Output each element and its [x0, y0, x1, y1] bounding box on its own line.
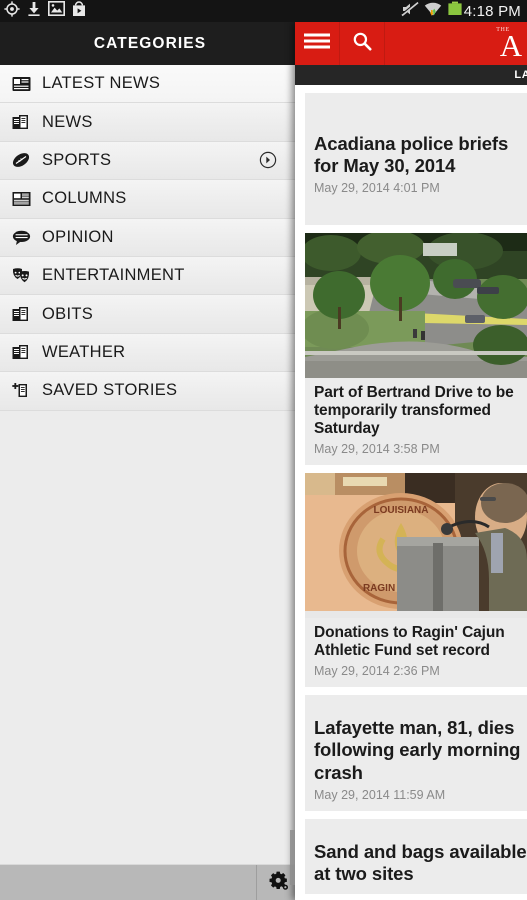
- mute-icon: [401, 0, 419, 22]
- article-card-body: Donations to Ragin' Cajun Athletic Fund …: [305, 618, 527, 687]
- brand-initial-label: A: [499, 28, 523, 64]
- article-card-body: Part of Bertrand Drive to be temporarily…: [305, 378, 527, 465]
- article-card-body: Acadiana police briefs for May 30, 2014 …: [305, 93, 527, 225]
- gps-icon: [4, 0, 20, 22]
- search-icon: [352, 31, 372, 56]
- app-screen: CATEGORIES LATEST NEWS NEWS SPORTS COLUM…: [0, 0, 527, 900]
- search-button[interactable]: [340, 22, 385, 65]
- article-card[interactable]: LOUISIANA RAGIN CAJUNS: [305, 473, 527, 688]
- scrollbar-thumb[interactable]: [290, 830, 295, 885]
- article-card-body: Lafayette man, 81, dies following early …: [305, 695, 527, 811]
- sidebar-item-label: ENTERTAINMENT: [42, 266, 185, 285]
- drawer-bottom-bar: [0, 864, 300, 900]
- status-bar-clock: 4:18 PM: [463, 2, 521, 20]
- section-bar: LATEST NEWS: [295, 65, 527, 85]
- columns-icon: [10, 188, 32, 210]
- sidebar-item-label: COLUMNS: [42, 189, 127, 208]
- article-card[interactable]: Sand and bags available at two sites: [305, 818, 527, 895]
- article-card-body: Sand and bags available at two sites: [305, 819, 527, 894]
- download-icon: [27, 1, 41, 22]
- sidebar-item-label: WEATHER: [42, 342, 126, 361]
- play-store-icon: [72, 0, 86, 22]
- article-title: Sand and bags available at two sites: [314, 840, 527, 884]
- sidebar-item-label: OBITS: [42, 304, 94, 323]
- documents-icon: [10, 111, 32, 133]
- app-bar-spacer: [385, 22, 481, 65]
- status-bar-right-icons: [401, 0, 464, 22]
- image-icon: [48, 1, 65, 21]
- page-title: CATEGORIES: [93, 34, 207, 52]
- article-thumbnail: LOUISIANA RAGIN CAJUNS: [305, 473, 527, 619]
- speech-bubble-icon: [10, 226, 32, 248]
- article-title: Lafayette man, 81, dies following early …: [314, 717, 521, 783]
- hamburger-menu-icon: [304, 32, 330, 55]
- chevron-right-icon[interactable]: [259, 151, 277, 169]
- article-timestamp: May 29, 2014 11:59 AM: [314, 787, 446, 802]
- article-timestamp: May 29, 2014 3:58 PM: [314, 442, 440, 457]
- documents-icon: [10, 341, 32, 363]
- save-document-icon: [10, 380, 32, 402]
- football-icon: [10, 149, 32, 171]
- status-bar-left-icons: [4, 0, 86, 22]
- sidebar-item-label: SAVED STORIES: [42, 381, 178, 400]
- app-bar: THE A: [295, 22, 527, 65]
- svg-text:LOUISIANA: LOUISIANA: [374, 505, 429, 516]
- article-title: Donations to Ragin' Cajun Athletic Fund …: [314, 624, 505, 660]
- article-card[interactable]: Acadiana police briefs for May 30, 2014 …: [305, 93, 527, 226]
- article-title: Acadiana police briefs for May 30, 2014: [314, 133, 509, 177]
- article-timestamp: May 29, 2014 4:01 PM: [314, 181, 440, 196]
- sidebar-item-label: NEWS: [42, 112, 93, 131]
- theater-masks-icon: [10, 265, 32, 287]
- sidebar-item-label: OPINION: [42, 227, 114, 246]
- drawer-bottom-spacer: [0, 865, 257, 900]
- article-list[interactable]: Acadiana police briefs for May 30, 2014 …: [295, 85, 527, 900]
- status-bar: 4:18 PM: [0, 0, 527, 22]
- documents-icon: [10, 303, 32, 325]
- article-card[interactable]: Lafayette man, 81, dies following early …: [305, 695, 527, 811]
- newspaper-icon: [10, 73, 32, 95]
- battery-icon: [447, 1, 464, 21]
- brand-logo: THE A: [481, 22, 527, 65]
- article-thumbnail: [305, 233, 527, 379]
- article-title: Part of Bertrand Drive to be temporarily…: [314, 384, 514, 438]
- article-card[interactable]: Part of Bertrand Drive to be temporarily…: [305, 233, 527, 466]
- sidebar-item-label: SPORTS: [42, 150, 112, 169]
- wifi-icon: [424, 1, 442, 22]
- article-feed-panel: THE A LATEST NEWS Acadiana police briefs…: [295, 22, 527, 900]
- section-bar-label: LATEST NEWS: [514, 69, 527, 81]
- sidebar-item-label: LATEST NEWS: [42, 74, 161, 93]
- article-timestamp: May 29, 2014 2:36 PM: [314, 664, 440, 679]
- gear-icon: [268, 870, 289, 896]
- hamburger-menu-button[interactable]: [295, 22, 340, 65]
